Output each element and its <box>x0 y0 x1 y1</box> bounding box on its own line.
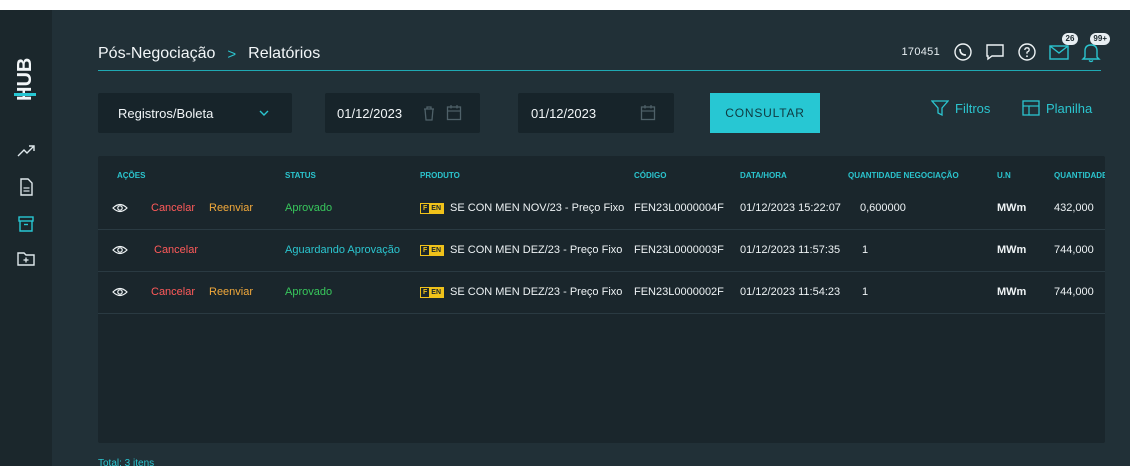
unit-cell: MWm <box>997 202 1027 214</box>
notifications-badge: 99+ <box>1090 33 1110 45</box>
table-row[interactable]: Cancelar Reenviar Aprovado F EN SE CON MEN… <box>98 188 1105 230</box>
eye-icon[interactable] <box>112 284 128 300</box>
breadcrumb: Pós-Negociação > Relatórios <box>98 45 320 63</box>
app-frame: HUB Pós-Negociação > Relatórios 170451 2… <box>0 10 1130 466</box>
cancel-link[interactable]: Cancelar <box>151 202 195 214</box>
table-row[interactable]: Cancelar Aguardando Aprovação F EN SE CON … <box>98 230 1105 272</box>
column-header-data-hora[interactable]: DATA/HORA <box>740 171 787 180</box>
spreadsheet-label: Planilha <box>1046 100 1093 116</box>
table-row[interactable]: Cancelar Reenviar Aprovado F EN SE CON MEN… <box>98 272 1105 314</box>
column-header-status[interactable]: STATUS <box>285 171 316 180</box>
hub-logo[interactable]: HUB <box>9 44 41 104</box>
mail-badge: 26 <box>1062 33 1078 45</box>
trending-up-icon[interactable] <box>16 141 36 161</box>
eye-icon[interactable] <box>112 200 128 216</box>
resend-link[interactable]: Reenviar <box>209 202 253 214</box>
column-header-quantidade-negociacao[interactable]: QUANTIDADE NEGOCIAÇÃO <box>848 171 959 180</box>
report-type-select[interactable]: Registros/Boleta <box>98 93 292 133</box>
unit-cell: MWm <box>997 244 1027 256</box>
cancel-link[interactable]: Cancelar <box>154 244 198 256</box>
header-actions: 170451 26 99+ <box>901 33 1110 63</box>
product-cell: F EN SE CON MEN NOV/23 - Preço Fixo <box>420 202 624 214</box>
results-table: AÇÕES STATUS PRODUTO CÓDIGO DATA/HORA QU… <box>98 156 1105 443</box>
date-to-value: 01/12/2023 <box>531 105 597 121</box>
status-text: Aprovado <box>285 286 333 298</box>
column-header-acoes[interactable]: AÇÕES <box>117 171 145 180</box>
add-folder-icon[interactable] <box>16 248 36 268</box>
negotiation-quantity-cell: 0,600000 <box>860 202 906 214</box>
consult-button[interactable]: CONSULTAR <box>710 93 820 133</box>
trash-icon[interactable] <box>422 105 436 121</box>
negotiation-quantity-cell: 1 <box>862 286 869 298</box>
status-text: Aguardando Aprovação <box>285 244 400 256</box>
sidebar: HUB <box>0 10 52 466</box>
datetime-cell: 01/12/2023 11:54:23 <box>740 286 841 298</box>
product-tag: F EN <box>420 286 445 298</box>
date-from-field[interactable]: 01/12/2023 <box>325 93 480 133</box>
status-text: Aprovado <box>285 202 333 214</box>
column-header-quantidade[interactable]: QUANTIDADE <box>1054 171 1105 180</box>
header-divider <box>98 70 1101 71</box>
product-cell: F EN SE CON MEN DEZ/23 - Preço Fixo <box>420 244 622 256</box>
column-header-produto[interactable]: PRODUTO <box>420 171 460 180</box>
total-count: Total: 3 itens <box>98 458 155 466</box>
date-from-value: 01/12/2023 <box>337 105 403 121</box>
calendar-from-icon[interactable] <box>446 104 462 121</box>
spreadsheet-icon <box>1022 100 1040 116</box>
notifications-button[interactable]: 99+ <box>1080 33 1110 63</box>
user-id: 170451 <box>901 46 940 58</box>
datetime-cell: 01/12/2023 15:22:07 <box>740 202 841 214</box>
code-cell: FEN23L0000003F <box>634 244 724 256</box>
mail-button[interactable]: 26 <box>1048 33 1078 63</box>
whatsapp-icon[interactable] <box>952 41 974 63</box>
product-tag: F EN <box>420 202 445 214</box>
document-icon[interactable] <box>16 177 36 197</box>
help-icon[interactable] <box>1016 41 1038 63</box>
product-cell: F EN SE CON MEN DEZ/23 - Preço Fixo <box>420 286 622 298</box>
quantity-cell: 744,000 <box>1054 244 1094 256</box>
eye-icon[interactable] <box>112 242 128 258</box>
archive-icon[interactable] <box>16 214 36 234</box>
date-to-field[interactable]: 01/12/2023 <box>518 93 674 133</box>
code-cell: FEN23L0000002F <box>634 286 724 298</box>
spreadsheet-button[interactable]: Planilha <box>1022 100 1092 116</box>
breadcrumb-item-pos-negociacao[interactable]: Pós-Negociação <box>98 45 215 63</box>
chat-icon[interactable] <box>984 41 1006 63</box>
chevron-down-icon <box>259 110 269 116</box>
code-cell: FEN23L0000004F <box>634 202 724 214</box>
quantity-cell: 744,000 <box>1054 286 1094 298</box>
product-name: SE CON MEN DEZ/23 - Preço Fixo <box>450 244 623 256</box>
product-tag: F EN <box>420 244 445 256</box>
resend-link[interactable]: Reenviar <box>209 286 253 298</box>
column-header-un[interactable]: U.N <box>997 171 1011 180</box>
breadcrumb-separator: > <box>227 45 237 63</box>
unit-cell: MWm <box>997 286 1027 298</box>
filters-label: Filtros <box>955 100 991 116</box>
column-header-codigo[interactable]: CÓDIGO <box>634 171 666 180</box>
datetime-cell: 01/12/2023 11:57:35 <box>740 244 841 256</box>
filter-icon <box>931 100 949 116</box>
calendar-to-icon[interactable] <box>640 104 656 121</box>
filters-button[interactable]: Filtros <box>931 100 990 116</box>
quantity-cell: 432,000 <box>1054 202 1094 214</box>
product-name: SE CON MEN DEZ/23 - Preço Fixo <box>450 286 623 298</box>
breadcrumb-item-relatorios: Relatórios <box>248 45 321 62</box>
product-name: SE CON MEN NOV/23 - Preço Fixo <box>450 202 625 214</box>
negotiation-quantity-cell: 1 <box>862 244 869 256</box>
cancel-link[interactable]: Cancelar <box>151 286 195 298</box>
report-type-value: Registros/Boleta <box>118 105 214 121</box>
